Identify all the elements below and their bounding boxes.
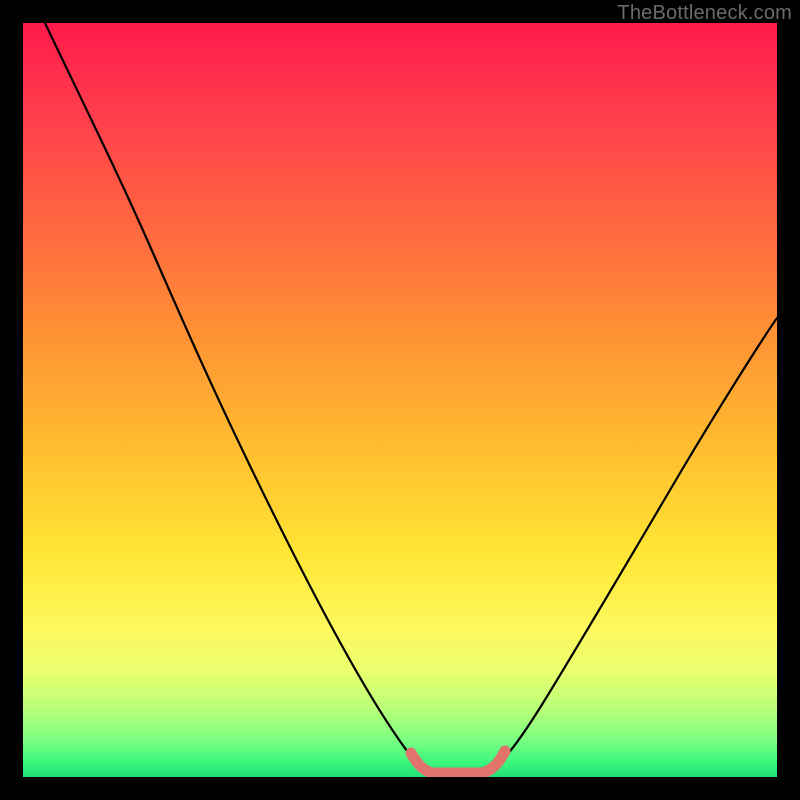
tolerance-highlight — [411, 751, 505, 773]
plot-area — [23, 23, 777, 777]
watermark-text: TheBottleneck.com — [617, 2, 792, 25]
bottleneck-curve — [23, 23, 777, 777]
chart-frame: TheBottleneck.com — [0, 0, 800, 800]
curve-path — [45, 23, 777, 773]
